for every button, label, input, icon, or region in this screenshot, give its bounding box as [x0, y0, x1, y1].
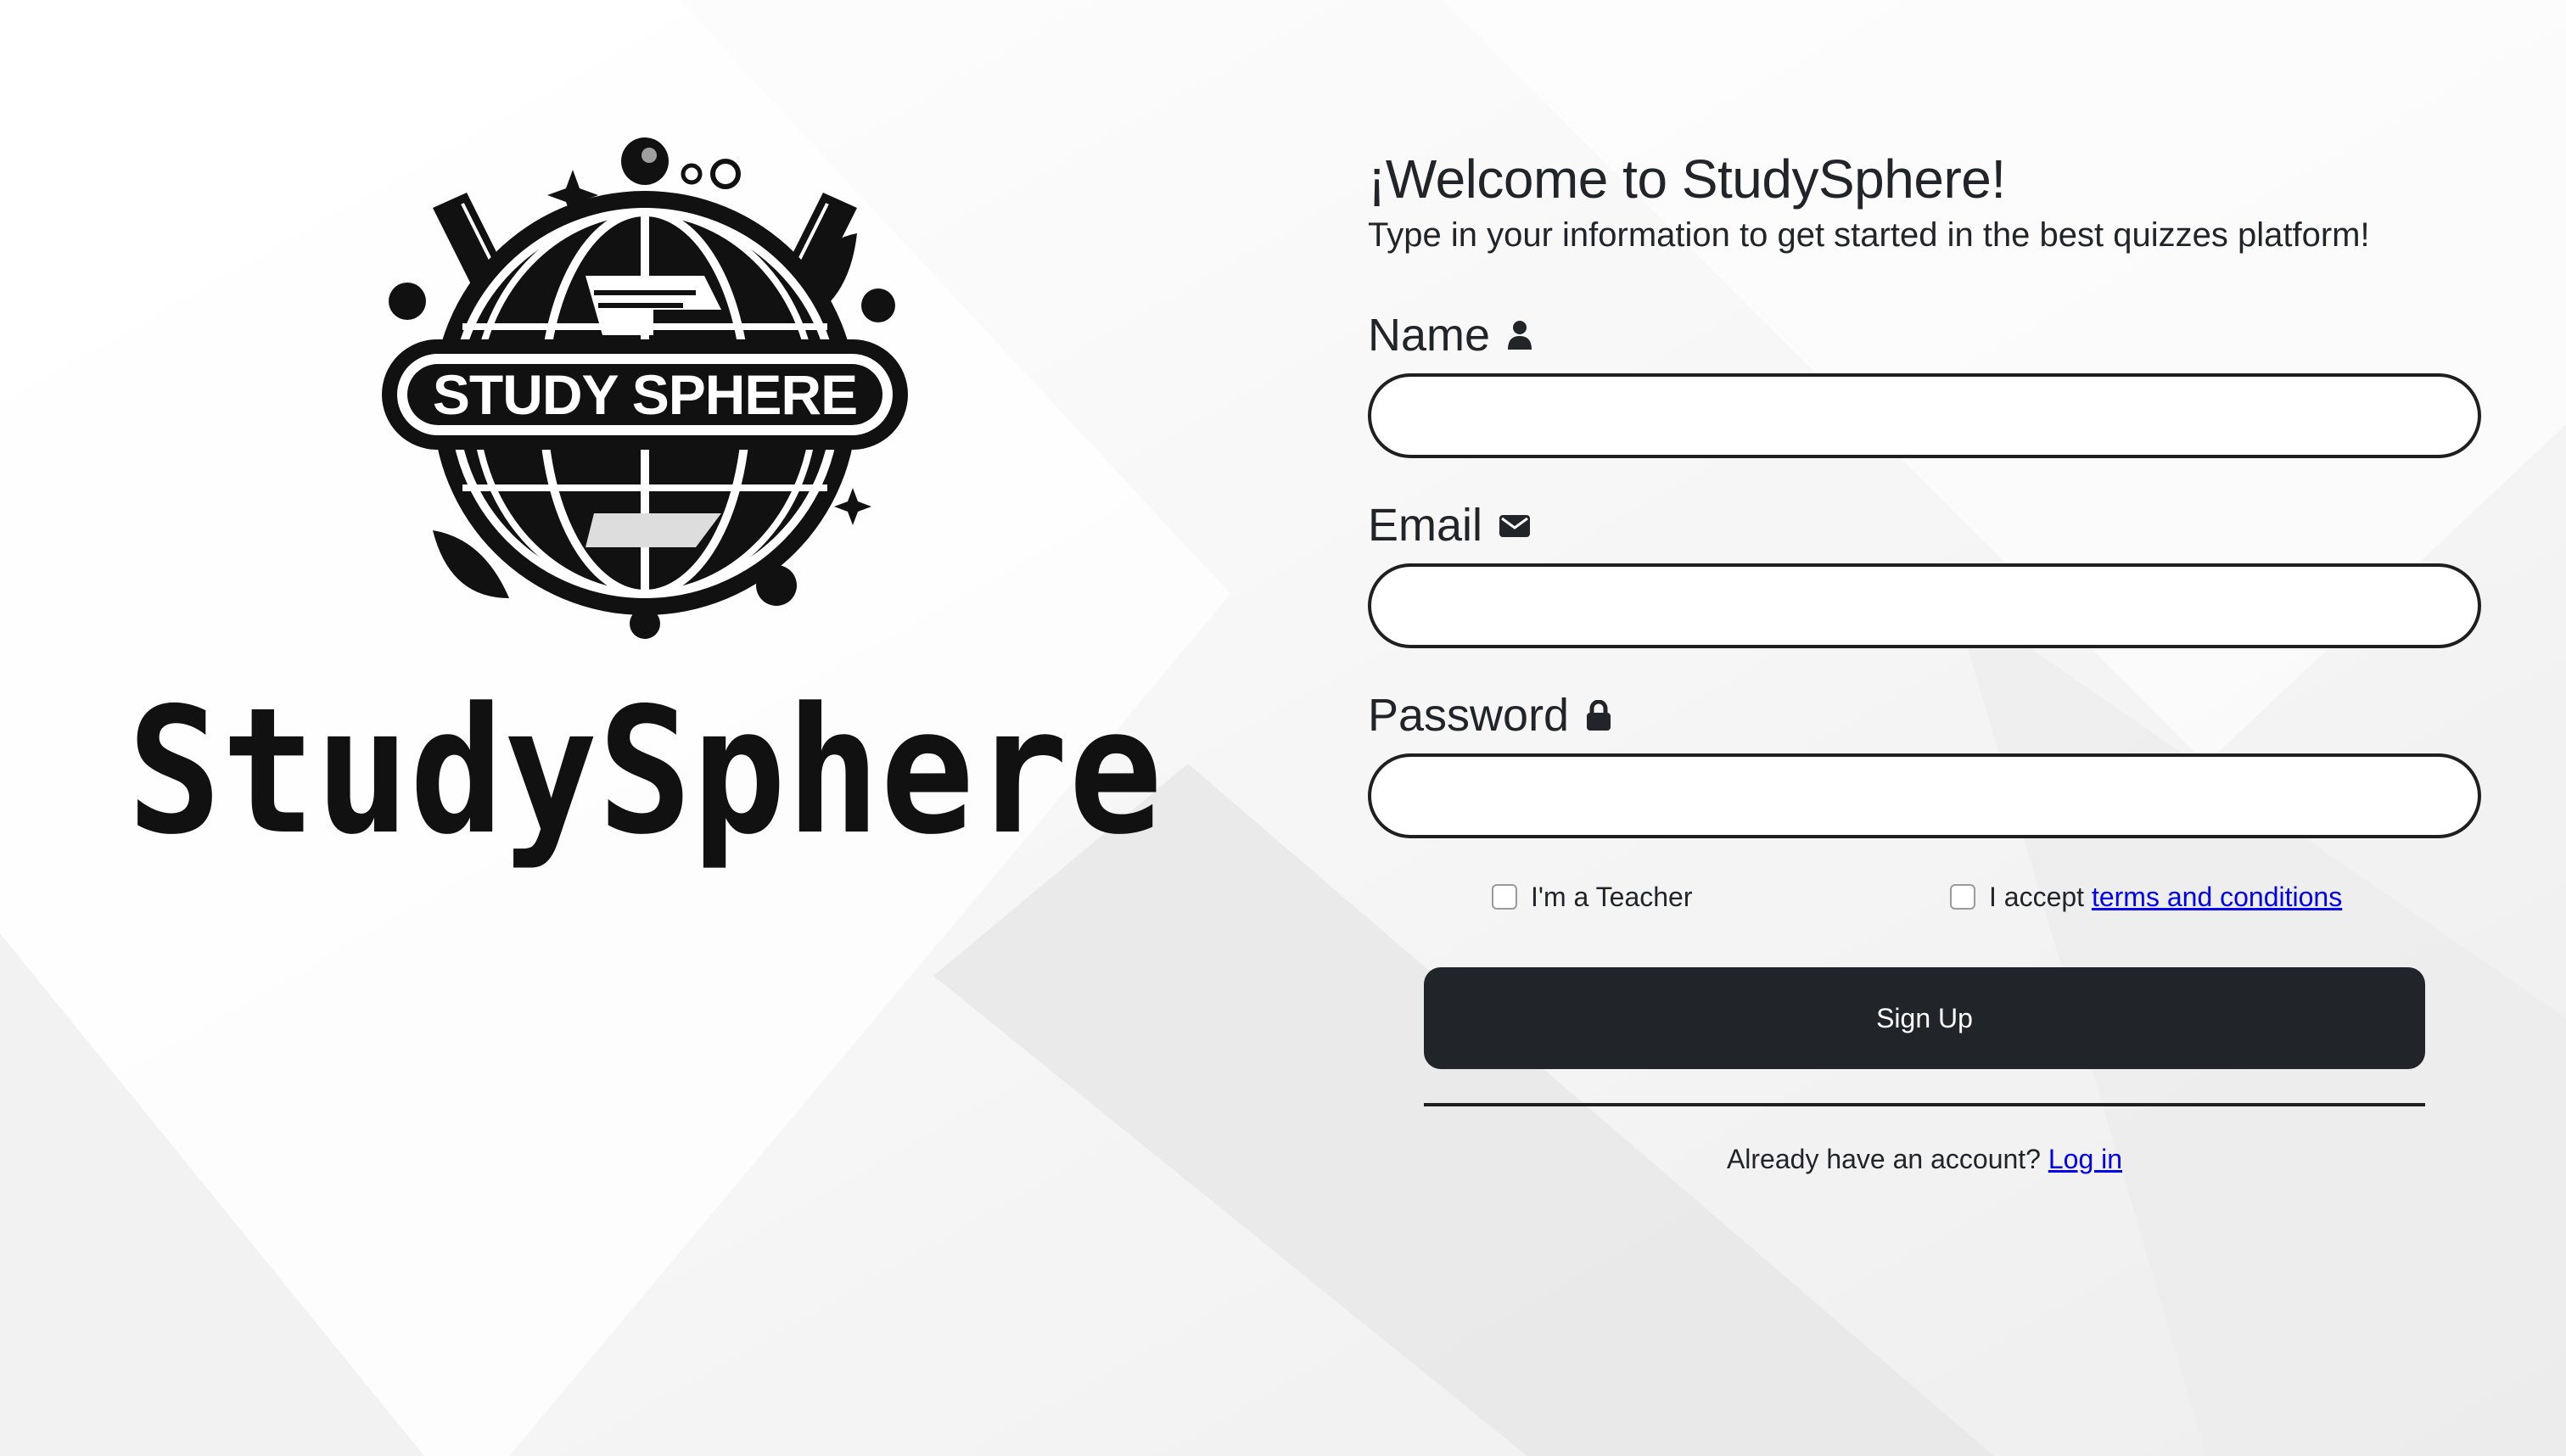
teacher-option: I'm a Teacher: [1492, 876, 1693, 918]
teacher-checkbox-label[interactable]: I'm a Teacher: [1531, 882, 1693, 913]
terms-checkbox-label: I accept terms and conditions: [1989, 882, 2342, 913]
terms-prefix: I accept: [1989, 881, 2085, 912]
login-prompt-row: Already have an account? Log in: [1368, 1144, 2481, 1175]
email-label-text: Email: [1368, 500, 1483, 551]
password-input[interactable]: [1368, 753, 2481, 838]
lock-icon: [1587, 700, 1611, 731]
brand-panel: STUDY SPHERE StudySphere: [0, 0, 1290, 1456]
wordmark-text: StudySphere: [127, 687, 1163, 873]
divider: [1424, 1103, 2425, 1106]
teacher-checkbox[interactable]: [1492, 884, 1517, 910]
emblem-text: STUDY SPHERE: [433, 363, 857, 426]
studysphere-emblem-logo: STUDY SPHERE: [382, 137, 908, 639]
name-label-text: Name: [1368, 310, 1491, 361]
signup-form: ¡Welcome to StudySphere! Type in your in…: [1368, 144, 2481, 1175]
login-link[interactable]: Log in: [2048, 1144, 2122, 1174]
studysphere-wordmark: StudySphere: [127, 687, 1163, 873]
name-input[interactable]: [1368, 373, 2481, 458]
email-input[interactable]: [1368, 563, 2481, 648]
signup-button[interactable]: Sign Up: [1424, 967, 2425, 1069]
login-prompt: Already have an account?: [1726, 1144, 2041, 1174]
terms-checkbox[interactable]: [1950, 884, 1975, 910]
welcome-title: ¡Welcome to StudySphere!: [1368, 148, 2006, 210]
user-icon: [1508, 321, 1532, 350]
password-label-text: Password: [1368, 690, 1570, 741]
options-row: I'm a Teacher I accept terms and conditi…: [1368, 876, 2481, 918]
email-label: Email: [1368, 496, 2481, 555]
welcome-subtitle: Type in your information to get started …: [1368, 216, 2370, 254]
password-label: Password: [1368, 686, 2481, 745]
name-label: Name: [1368, 305, 2481, 365]
terms-option: I accept terms and conditions: [1950, 876, 2342, 918]
terms-link[interactable]: terms and conditions: [2092, 882, 2342, 912]
envelope-icon: [1499, 515, 1531, 537]
